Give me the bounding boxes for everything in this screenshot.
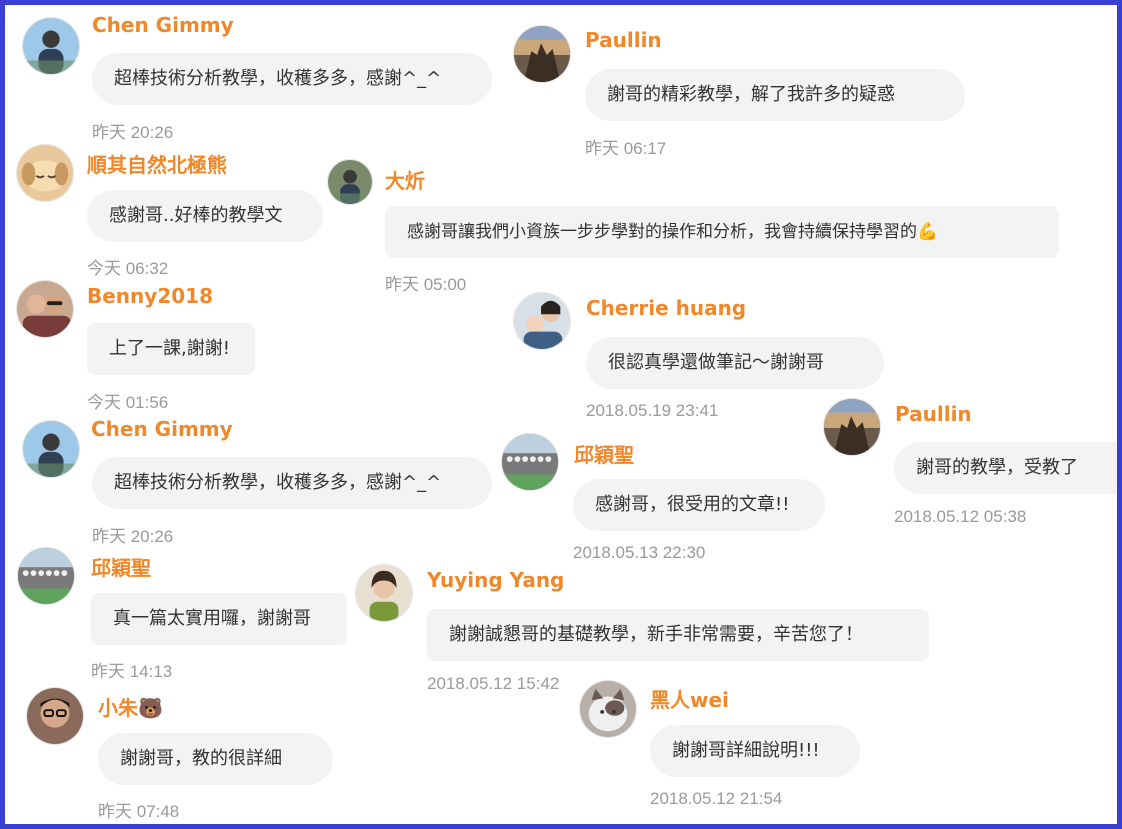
group-photo-avatar-icon[interactable]: [501, 433, 559, 491]
comment-bubble: 感謝哥..好棒的教學文: [87, 190, 323, 242]
commenter-name[interactable]: 黑人wei: [650, 684, 729, 713]
woman-avatar-icon[interactable]: [355, 564, 413, 622]
comment-timestamp: 昨天 06:17: [585, 139, 667, 158]
comment-bubble: 謝謝哥，教的很詳細: [98, 733, 333, 785]
comment-timestamp: 2018.05.19 23:41: [586, 401, 719, 420]
comment-timestamp: 昨天 14:13: [91, 662, 173, 681]
comment-bubble: 謝謝誠懇哥的基礎教學，新手非常需要，辛苦您了！: [427, 609, 929, 661]
comment-timestamp: 昨天 05:00: [385, 275, 467, 294]
group-photo-avatar-icon[interactable]: [17, 547, 75, 605]
comment-collage: Chen Gimmy 超棒技術分析教學，收穫多多，感謝^_^ 昨天 20:26 …: [5, 5, 1117, 824]
comment-bubble: 很認真學還做筆記～謝謝哥: [586, 337, 884, 389]
comment-bubble: 謝哥的教學，受教了: [894, 442, 1117, 494]
castle-photo-avatar-icon[interactable]: [513, 25, 571, 83]
comment-timestamp: 今天 01:56: [87, 393, 169, 412]
commenter-name[interactable]: Paullin: [895, 402, 972, 426]
commenter-name[interactable]: Yuying Yang: [427, 568, 564, 592]
comment-timestamp: 昨天 20:26: [92, 527, 174, 546]
comment-timestamp: 2018.05.12 05:38: [894, 507, 1027, 526]
puppy-avatar-icon[interactable]: [16, 144, 74, 202]
cat-avatar-icon[interactable]: [579, 680, 637, 738]
comment-bubble: 謝謝哥詳細說明!!!: [650, 725, 860, 777]
comment-timestamp: 2018.05.12 15:42: [427, 674, 560, 693]
comment-bubble: 上了一課,謝謝!: [87, 323, 255, 375]
person-avatar-icon[interactable]: [327, 159, 373, 205]
comment-bubble: 真一篇太實用囉，謝謝哥: [91, 593, 347, 645]
comment-bubble: 感謝哥，很受用的文章!!: [573, 479, 825, 531]
commenter-name[interactable]: 大炘: [385, 165, 425, 194]
comment-bubble: 超棒技術分析教學，收穫多多，感謝^_^: [92, 53, 492, 105]
comment-timestamp: 2018.05.12 21:54: [650, 789, 783, 808]
mother-child-avatar-icon[interactable]: [513, 292, 571, 350]
couple-avatar-icon[interactable]: [16, 280, 74, 338]
comment-bubble: 超棒技術分析教學，收穫多多，感謝^_^: [92, 457, 492, 509]
comment-bubble: 感謝哥讓我們小資族一步步學對的操作和分析，我會持續保持學習的💪: [385, 206, 1059, 258]
person-avatar-icon[interactable]: [22, 420, 80, 478]
commenter-name[interactable]: 小朱🐻: [98, 692, 163, 721]
comment-timestamp: 2018.05.13 22:30: [573, 543, 706, 562]
comment-timestamp: 今天 06:32: [87, 259, 169, 278]
commenter-name[interactable]: Chen Gimmy: [91, 417, 233, 441]
castle-photo-avatar-icon[interactable]: [823, 398, 881, 456]
comment-timestamp: 昨天 20:26: [92, 123, 174, 142]
comment-timestamp: 昨天 07:48: [98, 802, 180, 821]
commenter-name[interactable]: Paullin: [585, 28, 662, 52]
person-avatar-icon[interactable]: [22, 17, 80, 75]
comment-bubble: 謝哥的精彩教學，解了我許多的疑惑: [585, 69, 965, 121]
man-glasses-avatar-icon[interactable]: [26, 687, 84, 745]
commenter-name[interactable]: Chen Gimmy: [92, 13, 234, 37]
commenter-name[interactable]: Cherrie huang: [586, 296, 746, 320]
commenter-name[interactable]: 邱穎聖: [574, 439, 634, 468]
commenter-name[interactable]: Benny2018: [87, 284, 213, 308]
commenter-name[interactable]: 順其自然北極熊: [87, 149, 227, 178]
commenter-name[interactable]: 邱穎聖: [91, 552, 151, 581]
